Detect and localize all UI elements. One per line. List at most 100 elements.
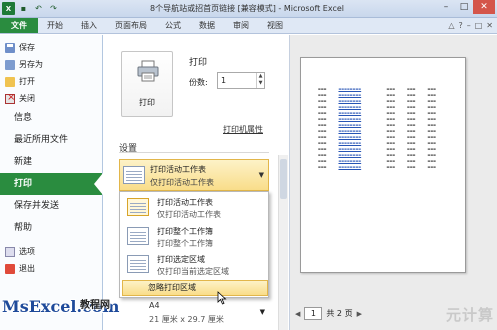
copies-spin-icon[interactable]: ▲ ▼ <box>256 73 264 88</box>
nav-open-label: 打开 <box>19 77 35 86</box>
preview-page: ▬▬▬ ▬▬▬▬▬▬▬▬ ▬▬▬ ▬▬▬ ▬▬▬ ▬▬▬ ▬▬▬▬▬▬▬▬ ▬▬▬ ▬▬▬ ▬▬▬… <box>300 57 466 273</box>
chevron-down-icon: ▼ <box>259 308 265 316</box>
settings-scrollbar[interactable] <box>278 155 288 330</box>
options-icon <box>5 246 15 257</box>
print-scope-dropdown[interactable]: 打印活动工作表 仅打印活动工作表 ▼ <box>119 159 269 191</box>
scope-option-subtitle: 打印整个工作簿 <box>157 239 213 248</box>
ribbon-right-controls: △ ? – □ ✕ <box>448 18 497 33</box>
scope-dropdown-title: 打印活动工作表 <box>150 165 206 174</box>
page-navigator: ◀ 1 共 2 页 ▶ <box>295 307 362 320</box>
nav-print[interactable]: 打印 <box>0 173 103 195</box>
nav-exit-label: 退出 <box>19 264 35 273</box>
nav-open[interactable]: 打开 <box>0 73 102 90</box>
print-panel: 打印 打印 份数: 1 ▲ ▼ 打印机属性 设置 打印活动工作表 仅打印活动工作表… <box>104 35 288 330</box>
scope-option-subtitle: 仅打印活动工作表 <box>157 210 221 219</box>
tab-page-layout[interactable]: 页面布局 <box>106 18 156 33</box>
tab-view[interactable]: 视图 <box>258 18 292 33</box>
nav-close-label: 关闭 <box>19 94 35 103</box>
nav-info[interactable]: 信息 <box>0 107 102 129</box>
tab-insert[interactable]: 插入 <box>72 18 106 33</box>
nav-new[interactable]: 新建 <box>0 151 102 173</box>
nav-options-label: 选项 <box>19 247 35 256</box>
title-bar: X ▪ ↶ ↷ 8个导航站或招首页链接 [兼容模式] - Microsoft E… <box>0 0 497 18</box>
scope-option-selection[interactable]: 打印选定区域 仅打印当前选定区域 <box>122 251 268 279</box>
printer-icon <box>137 60 159 82</box>
page-total: 共 2 页 <box>326 309 353 318</box>
nav-exit[interactable]: 退出 <box>0 260 102 277</box>
page-number-input[interactable]: 1 <box>304 307 323 320</box>
tab-data[interactable]: 数据 <box>190 18 224 33</box>
preview-cell: ▬▬▬ <box>407 165 416 169</box>
open-icon <box>5 76 15 87</box>
ignore-print-area-option[interactable]: 忽略打印区域 <box>122 280 268 296</box>
scope-option-title: 打印选定区域 <box>157 255 205 264</box>
undo-icon[interactable]: ↶ <box>32 2 45 15</box>
mouse-cursor-icon <box>217 291 227 305</box>
printer-properties-link[interactable]: 打印机属性 <box>223 124 263 135</box>
paper-name: A4 <box>149 301 160 310</box>
exit-icon <box>5 263 15 274</box>
previous-page-icon[interactable]: ◀ <box>295 310 300 318</box>
print-heading: 打印 <box>189 58 208 68</box>
chevron-down-icon: ▼ <box>258 171 264 179</box>
workbook-icon <box>127 227 149 245</box>
help-icon[interactable]: ? <box>458 21 462 30</box>
nav-save[interactable]: 保存 <box>0 39 102 56</box>
preview-table: ▬▬▬ ▬▬▬▬▬▬▬▬ ▬▬▬ ▬▬▬ ▬▬▬ ▬▬▬ ▬▬▬▬▬▬▬▬ ▬▬▬ ▬▬▬ ▬▬▬… <box>317 86 447 170</box>
copies-value: 1 <box>221 76 227 85</box>
copies-stepper[interactable]: 1 ▲ ▼ <box>217 72 265 89</box>
nav-recent[interactable]: 最近所用文件 <box>0 129 102 151</box>
scope-option-subtitle: 仅打印当前选定区域 <box>157 267 229 276</box>
save-icon[interactable]: ▪ <box>17 2 30 15</box>
quick-access-toolbar: X ▪ ↶ ↷ <box>2 2 60 15</box>
preview-cell: ▬▬▬▬▬▬▬▬ <box>338 165 362 169</box>
active-sheet-icon <box>127 198 149 216</box>
scrollbar-thumb[interactable] <box>280 159 287 199</box>
tab-file[interactable]: 文件 <box>0 18 38 33</box>
save-as-icon <box>5 59 15 70</box>
redo-icon[interactable]: ↷ <box>47 2 60 15</box>
paper-size-dropdown[interactable]: A4 21 厘米 x 29.7 厘米 ▼ <box>119 301 269 327</box>
scope-option-title: 打印活动工作表 <box>157 198 213 207</box>
scope-option-title: 打印整个工作簿 <box>157 227 213 236</box>
print-scope-menu: 打印活动工作表 仅打印活动工作表 打印整个工作簿 打印整个工作簿 打印选定区域 … <box>119 191 269 298</box>
nav-close[interactable]: 关闭 <box>0 90 102 107</box>
window-controls: – □ ✕ <box>437 0 495 14</box>
corner-watermark: 元计算 <box>446 306 495 324</box>
nav-options[interactable]: 选项 <box>0 243 102 260</box>
scope-dropdown-subtitle: 仅打印活动工作表 <box>150 178 214 187</box>
preview-cell: ▬▬▬ <box>386 165 396 169</box>
scope-option-active-sheet[interactable]: 打印活动工作表 仅打印活动工作表 <box>122 194 268 222</box>
minimize-button[interactable]: – <box>437 0 455 14</box>
nav-save-as-label: 另存为 <box>19 60 43 69</box>
print-button[interactable]: 打印 <box>121 51 173 117</box>
ribbon-tab-row: 文件 开始 插入 页面布局 公式 数据 审阅 视图 △ ? – □ ✕ <box>0 18 497 34</box>
scope-option-entire-workbook[interactable]: 打印整个工作簿 打印整个工作簿 <box>122 223 268 251</box>
minimize-ribbon-icon[interactable]: △ <box>448 21 454 30</box>
copies-label: 份数: <box>189 78 208 87</box>
site-watermark-cn: 教程网 <box>80 300 110 311</box>
close-button[interactable]: ✕ <box>473 0 495 14</box>
workbook-minimize-icon[interactable]: – <box>467 21 471 30</box>
paper-size: 21 厘米 x 29.7 厘米 <box>149 315 224 324</box>
tab-home[interactable]: 开始 <box>38 18 72 33</box>
print-button-label: 打印 <box>139 98 155 107</box>
nav-help[interactable]: 帮助 <box>0 217 102 239</box>
selection-grid-icon <box>127 255 149 273</box>
workbook-close-icon[interactable]: ✕ <box>486 21 493 30</box>
preview-cell: ▬▬▬ <box>427 165 436 169</box>
workbook-restore-icon[interactable]: □ <box>475 21 483 30</box>
nav-save-send[interactable]: 保存并发送 <box>0 195 102 217</box>
maximize-button[interactable]: □ <box>455 0 473 14</box>
excel-app-icon[interactable]: X <box>2 2 15 15</box>
save-icon <box>5 42 15 53</box>
close-file-icon <box>5 92 15 104</box>
settings-divider <box>119 152 269 153</box>
next-page-icon[interactable]: ▶ <box>357 310 362 318</box>
nav-save-as[interactable]: 另存为 <box>0 56 102 73</box>
tab-formulas[interactable]: 公式 <box>156 18 190 33</box>
tab-review[interactable]: 审阅 <box>224 18 258 33</box>
nav-save-label: 保存 <box>19 43 35 52</box>
backstage-nav: 保存 另存为 打开 关闭 信息 最近所用文件 新建 打印 保存并发送 帮助 选项… <box>0 35 103 330</box>
window-title: 8个导航站或招首页链接 [兼容模式] - Microsoft Excel <box>150 4 344 13</box>
